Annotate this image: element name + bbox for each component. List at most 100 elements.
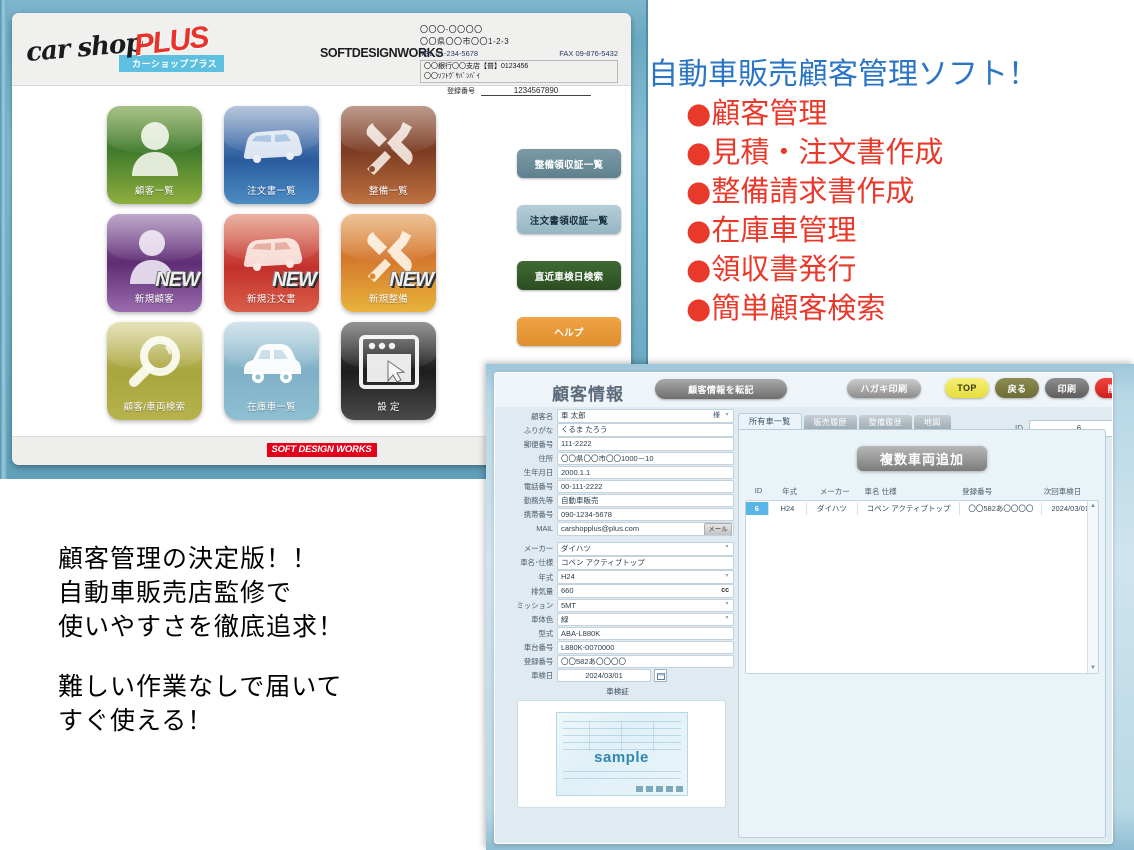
chevron-down-icon[interactable]: ▾ <box>723 615 731 623</box>
delete-button[interactable]: 削除 <box>1095 378 1112 398</box>
customer-window-toolbar: 顧客情報 顧客情報を転記 ハガキ印刷 TOP 戻る 印刷 削除 <box>495 373 1112 407</box>
field-label: 車台番号 <box>523 643 553 653</box>
tile-new-customer[interactable]: NEW 新規顧客 <box>107 214 202 312</box>
tile-maintenance-list[interactable]: 整備一覧 <box>341 106 436 204</box>
print-button[interactable]: 印刷 <box>1045 378 1089 398</box>
col-header-maker: メーカー <box>819 487 850 496</box>
chevron-down-icon[interactable]: ▾ <box>723 411 731 419</box>
cell-reg-no: 〇〇582あ〇〇〇〇 <box>960 501 1043 515</box>
tile-label: 注文書一覧 <box>246 186 296 197</box>
tile-label: 顧客一覧 <box>134 186 175 197</box>
side-button-help[interactable]: ヘルプ <box>517 317 621 346</box>
vehicle-list-scrollbar[interactable]: ▲ ▼ <box>1087 501 1098 673</box>
field-mail: MAIL carshopplus@plus.com メール <box>501 522 734 536</box>
cell-model: コペン アクティブトップ <box>858 501 961 515</box>
side-button-maintenance-receipts[interactable]: 整備領収証一覧 <box>517 149 621 178</box>
soft-design-works-logo: SOFT DESIGN WORKS <box>266 443 377 457</box>
tile-label: 新規顧客 <box>134 294 175 305</box>
new-badge: NEW <box>272 269 317 291</box>
marketing-line-2: 使いやすさを徹底追求！ <box>58 612 345 641</box>
tile-new-maintenance[interactable]: NEW 新規整備 <box>341 214 436 312</box>
side-button-recent-inspection-search[interactable]: 直近車検日検索 <box>517 261 621 290</box>
tile-label: 新規整備 <box>368 294 409 305</box>
tab-map[interactable]: 地図 <box>913 415 951 429</box>
body-color-select[interactable]: 緑 ▾ <box>557 612 734 627</box>
type-code-input[interactable]: ABA-L880K <box>557 626 734 641</box>
top-button[interactable]: TOP <box>945 378 989 398</box>
field-value: 緑 <box>561 614 569 624</box>
tile-gloss <box>224 214 319 262</box>
bullet-icon: ● <box>686 252 712 286</box>
customer-name-input[interactable]: 車 太郎 様 ▾ <box>557 409 734 423</box>
icon-row-2: NEW 新規顧客 NEW 新規注文書 NEW 新規整備 <box>107 214 455 312</box>
tile-settings[interactable]: 設 定 <box>341 322 436 420</box>
vehicle-list: 6 H24 ダイハツ コペン アクティブトップ 〇〇582あ〇〇〇〇 2024/… <box>745 500 1099 674</box>
tab-owned-vehicles[interactable]: 所有車一覧 <box>738 413 802 429</box>
field-furigana: ふりがな くるま たろう <box>501 423 734 437</box>
field-label: 郵便番号 <box>523 439 553 449</box>
field-type-code: 型式 ABA-L880K <box>501 626 734 641</box>
tile-new-order[interactable]: NEW 新規注文書 <box>224 214 319 312</box>
inspection-date-input[interactable]: 2024/03/01 <box>557 668 651 683</box>
displacement-input[interactable]: 660 cc <box>557 584 734 598</box>
model-grade-input[interactable]: コペン アクティブトップ <box>557 556 734 570</box>
marketing-line-4: すぐ使える！ <box>58 706 214 735</box>
new-badge: NEW <box>155 269 200 291</box>
tab-maintenance-history[interactable]: 整備履歴 <box>858 415 912 429</box>
col-header-id: ID <box>754 486 763 495</box>
mail-input[interactable]: carshopplus@plus.com メール <box>557 522 734 536</box>
carshop-plus-logo: car shop PLUS カーショッププラス <box>24 21 224 75</box>
tile-order-list[interactable]: 注文書一覧 <box>224 106 319 204</box>
tile-stock-vehicle-list[interactable]: 在庫車一覧 <box>224 322 319 420</box>
chevron-down-icon[interactable]: ▾ <box>723 601 731 609</box>
field-value: 5MT <box>561 600 576 610</box>
maker-select[interactable]: ダイハツ ▾ <box>557 542 734 556</box>
year-select[interactable]: H24 ▾ <box>557 570 734 584</box>
marketing-text-block: 顧客管理の決定版！！ 自動車販売店監修で 使いやすさを徹底追求！ 難しい作業なし… <box>58 542 478 738</box>
address-input[interactable]: 〇〇県〇〇市〇〇1000－10 <box>557 451 734 466</box>
chassis-no-input[interactable]: L880K-0070000 <box>557 640 734 655</box>
customer-info-window: 顧客情報 顧客情報を転記 ハガキ印刷 TOP 戻る 印刷 削除 ID 6 顧客名… <box>494 372 1113 844</box>
field-label: 携帯番号 <box>523 510 553 520</box>
field-label: メーカー <box>523 544 553 554</box>
marketing-spacer <box>58 644 478 670</box>
phone-input[interactable]: 00-111-2222 <box>557 479 734 494</box>
send-mail-button[interactable]: メール <box>704 523 732 535</box>
workplace-input[interactable]: 自動車販売 <box>557 493 734 508</box>
col-header-model: 車名 仕様 <box>864 487 897 496</box>
furigana-input[interactable]: くるま たろう <box>557 423 734 437</box>
postcard-print-button[interactable]: ハガキ印刷 <box>847 379 921 398</box>
mission-select[interactable]: 5MT ▾ <box>557 598 734 613</box>
bullet-icon: ● <box>686 174 712 208</box>
tile-customer-vehicle-search[interactable]: 顧客/車両検索 <box>107 322 202 420</box>
add-multiple-vehicles-button[interactable]: 複数車両追加 <box>857 446 987 471</box>
company-address: 〇〇県〇〇市〇〇1-2-3 <box>420 37 510 46</box>
chevron-down-icon[interactable]: ▾ <box>723 544 731 552</box>
tile-customer-list[interactable]: 顧客一覧 <box>107 106 202 204</box>
tab-sales-history[interactable]: 販売履歴 <box>803 415 857 429</box>
tab-content-panel: 複数車両追加 ID 年式 メーカー 車名 仕様 登録番号 次回車検日 6 H24 <box>738 429 1106 838</box>
shaken-image-container[interactable]: sample <box>517 699 726 808</box>
tile-label: 整備一覧 <box>368 186 409 197</box>
scroll-down-icon[interactable]: ▼ <box>1088 663 1098 673</box>
mobile-input[interactable]: 090-1234-5678 <box>557 507 734 522</box>
birthdate-input[interactable]: 2000.1.1 <box>557 465 734 480</box>
table-row[interactable]: 6 H24 ダイハツ コペン アクティブトップ 〇〇582あ〇〇〇〇 2024/… <box>746 501 1098 515</box>
field-value: 車 太郎 <box>561 411 586 421</box>
company-tel: TEL 01-234-5678 <box>420 49 479 58</box>
reg-no-input[interactable]: 〇〇582あ〇〇〇〇 <box>557 654 734 669</box>
postal-code-input[interactable]: 111-2222 <box>557 437 734 451</box>
back-button[interactable]: 戻る <box>995 378 1039 398</box>
customer-window-chrome: 顧客情報 顧客情報を転記 ハガキ印刷 TOP 戻る 印刷 削除 ID 6 顧客名… <box>486 364 1134 850</box>
side-button-order-receipts[interactable]: 注文書領収証一覧 <box>517 205 621 234</box>
field-chassis-no: 車台番号 L880K-0070000 <box>501 640 734 655</box>
shaken-certificate-image: sample <box>555 711 688 796</box>
displacement-unit: cc <box>721 587 729 595</box>
app-header: car shop PLUS カーショッププラス SOFTDESIGNWORKS … <box>12 13 631 96</box>
registration-label: 登録番号 <box>447 88 475 95</box>
sample-watermark: sample <box>594 748 649 766</box>
chevron-down-icon[interactable]: ▾ <box>723 572 731 580</box>
calendar-icon[interactable] <box>654 669 667 683</box>
scroll-up-icon[interactable]: ▲ <box>1088 501 1098 511</box>
transfer-customer-info-button[interactable]: 顧客情報を転記 <box>655 379 787 399</box>
